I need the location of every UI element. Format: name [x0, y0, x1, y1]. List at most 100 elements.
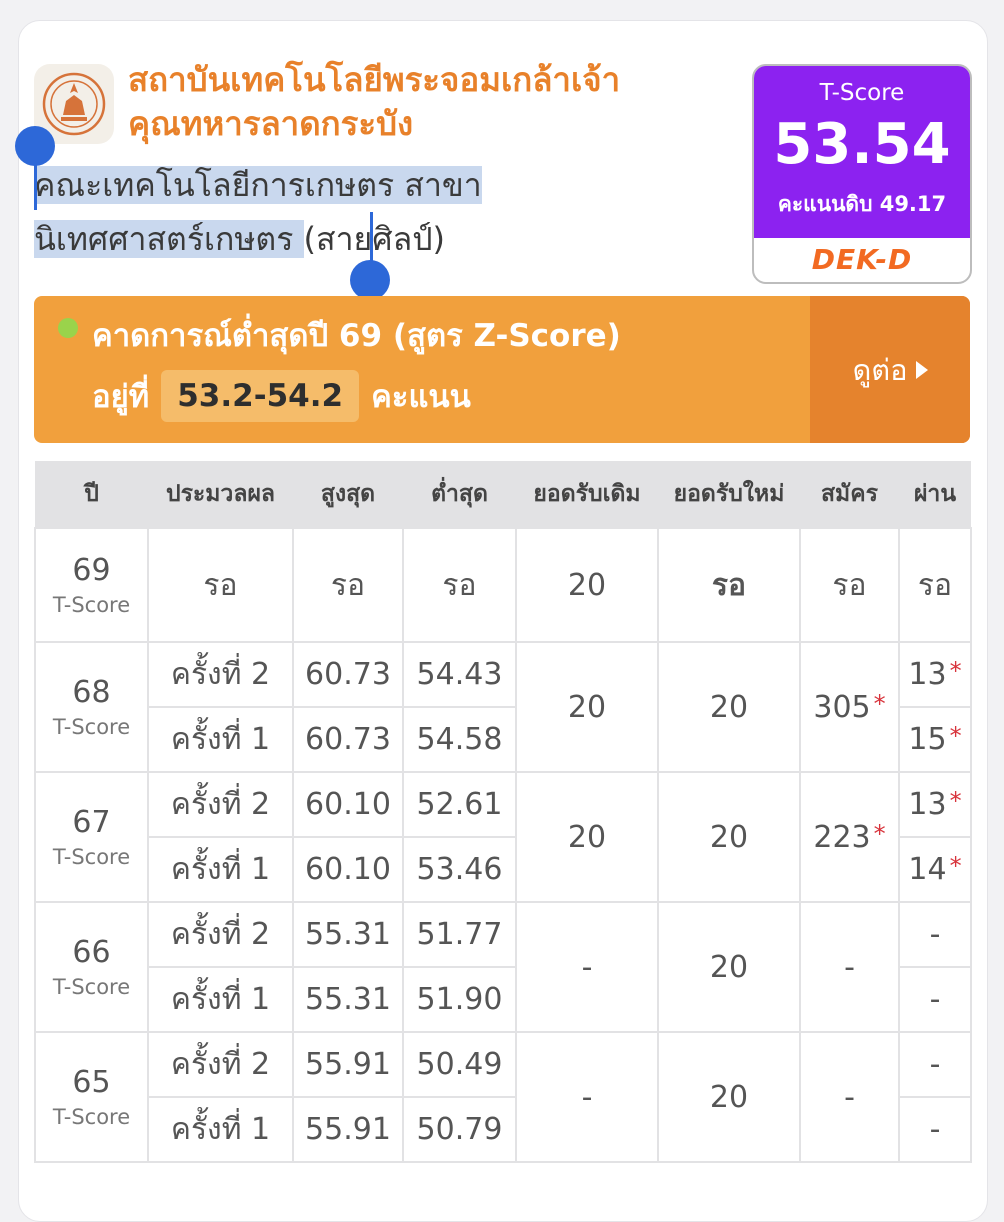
- header-round: ประมวลผล: [148, 461, 293, 528]
- header-applied: สมัคร: [800, 461, 899, 528]
- score-history-table: ปี ประมวลผล สูงสุด ต่ำสุด ยอดรับเดิม ยอด…: [34, 461, 972, 1163]
- prediction-title: คาดการณ์ต่ำสุดปี 69 (สูตร Z-Score): [92, 318, 621, 354]
- min-cell: 51.77: [402, 901, 517, 968]
- round-cell: ครั้งที่ 1: [147, 1096, 294, 1163]
- passed-value: 15: [908, 722, 947, 757]
- applied-cell: รอ: [799, 527, 900, 643]
- selection-start-bar: [34, 162, 37, 210]
- min-cell: 50.49: [402, 1031, 517, 1098]
- new-quota-cell: 20: [657, 771, 801, 903]
- header-passed: ผ่าน: [899, 461, 971, 528]
- score-type: T-Score: [52, 845, 131, 869]
- round-cell: ครั้งที่ 1: [147, 836, 294, 903]
- old-quota-cell: 20: [515, 771, 659, 903]
- prediction-suffix: คะแนน: [371, 379, 471, 415]
- star-marker: *: [949, 852, 962, 880]
- passed-cell: -: [898, 966, 972, 1033]
- max-cell: 55.91: [292, 1031, 404, 1098]
- applied-cell: 305 *: [799, 641, 900, 773]
- prediction-banner[interactable]: คาดการณ์ต่ำสุดปี 69 (สูตร Z-Score) อยู่ท…: [34, 296, 970, 443]
- header-new-quota: ยอดรับใหม่: [658, 461, 800, 528]
- round-cell: ครั้งที่ 2: [147, 1031, 294, 1098]
- round-cell: ครั้งที่ 2: [147, 901, 294, 968]
- min-cell: 51.90: [402, 966, 517, 1033]
- table-row: 68 T-Score ครั้งที่ 2 60.73 54.43 20 20 …: [34, 641, 972, 773]
- faculty-major[interactable]: คณะเทคโนโลยีการเกษตร สาขา นิเทศศาสตร์เกษ…: [34, 158, 754, 266]
- score-type: T-Score: [52, 1105, 131, 1129]
- max-cell: 55.31: [292, 966, 404, 1033]
- max-cell: 60.73: [292, 706, 404, 773]
- year-cell: 65 T-Score: [34, 1031, 149, 1163]
- selection-end-handle[interactable]: [350, 260, 390, 300]
- old-quota-cell: 20: [515, 641, 659, 773]
- passed-cell: 15 *: [898, 706, 972, 773]
- prediction-prefix: อยู่ที่: [92, 379, 150, 415]
- raw-score: คะแนนดิบ 49.17: [777, 192, 947, 216]
- year-number: 69: [72, 553, 111, 588]
- year-number: 66: [72, 935, 111, 970]
- new-quota-cell: 20: [657, 1031, 801, 1163]
- star-marker: *: [949, 657, 962, 685]
- min-cell: 53.46: [402, 836, 517, 903]
- header-min: ต่ำสุด: [403, 461, 516, 528]
- applied-cell: -: [799, 1031, 900, 1163]
- round-cell: ครั้งที่ 2: [147, 771, 294, 838]
- max-cell: 55.91: [292, 1096, 404, 1163]
- table-header: ปี ประมวลผล สูงสุด ต่ำสุด ยอดรับเดิม ยอด…: [35, 461, 971, 528]
- passed-value: 14: [908, 852, 947, 887]
- min-cell: 52.61: [402, 771, 517, 838]
- score-label: T-Score: [819, 80, 905, 106]
- prediction-range: 53.2-54.2: [161, 370, 360, 422]
- header-old-quota: ยอดรับเดิม: [516, 461, 658, 528]
- prediction-range-line: อยู่ที่ 53.2-54.2 คะแนน: [92, 370, 471, 422]
- min-cell: 50.79: [402, 1096, 517, 1163]
- brand-logo: DEK-D: [811, 243, 913, 276]
- score-value: 53.54: [773, 112, 951, 177]
- min-cell: 54.43: [402, 641, 517, 708]
- year-cell: 69 T-Score: [34, 527, 149, 643]
- score-badge[interactable]: T-Score 53.54 คะแนนดิบ 49.17 DEK-D: [752, 64, 972, 284]
- star-marker: *: [873, 689, 886, 718]
- passed-value: 13: [908, 787, 947, 822]
- round-cell: ครั้งที่ 2: [147, 641, 294, 708]
- year-number: 68: [72, 675, 111, 710]
- passed-cell: รอ: [898, 527, 972, 643]
- see-more-button[interactable]: ดูต่อ: [810, 296, 970, 443]
- table-row: 67 T-Score ครั้งที่ 2 60.10 52.61 20 20 …: [34, 771, 972, 903]
- passed-cell: -: [898, 901, 972, 968]
- passed-cell: 13 *: [898, 641, 972, 708]
- old-quota-cell: -: [515, 901, 659, 1033]
- min-cell: รอ: [402, 527, 517, 643]
- year-number: 67: [72, 805, 111, 840]
- applied-value: 223: [813, 819, 871, 855]
- applied-value: 305: [813, 689, 871, 725]
- applied-cell: -: [799, 901, 900, 1033]
- score-type: T-Score: [52, 975, 131, 999]
- table-row: 69 T-Score รอ รอ รอ 20 รอ รอ รอ: [34, 527, 972, 643]
- star-marker: *: [949, 787, 962, 815]
- university-name[interactable]: สถาบันเทคโนโลยีพระจอมเกล้าเจ้า คุณทหารลา…: [128, 58, 738, 146]
- faculty-track[interactable]: (สายศิลป์): [304, 220, 445, 258]
- max-cell: 55.31: [292, 901, 404, 968]
- table-row: 66 T-Score ครั้งที่ 2 55.31 51.77 - 20 -…: [34, 901, 972, 1033]
- round-cell: ครั้งที่ 1: [147, 706, 294, 773]
- max-cell: 60.10: [292, 771, 404, 838]
- min-cell: 54.58: [402, 706, 517, 773]
- year-cell: 66 T-Score: [34, 901, 149, 1033]
- new-quota-cell: รอ: [657, 527, 801, 643]
- max-cell: 60.73: [292, 641, 404, 708]
- old-quota-cell: 20: [515, 527, 659, 643]
- new-quota-cell: 20: [657, 641, 801, 773]
- passed-cell: -: [898, 1031, 972, 1098]
- passed-value: 13: [908, 657, 947, 692]
- passed-cell: -: [898, 1096, 972, 1163]
- applied-cell: 223 *: [799, 771, 900, 903]
- status-dot-icon: [58, 318, 78, 338]
- score-badge-top: T-Score 53.54 คะแนนดิบ 49.17: [754, 66, 970, 238]
- selection-start-handle[interactable]: [15, 126, 55, 166]
- header-year: ปี: [35, 461, 148, 528]
- star-marker: *: [949, 722, 962, 750]
- selection-end-bar: [370, 212, 373, 264]
- max-cell: รอ: [292, 527, 404, 643]
- seal-icon: [42, 72, 106, 136]
